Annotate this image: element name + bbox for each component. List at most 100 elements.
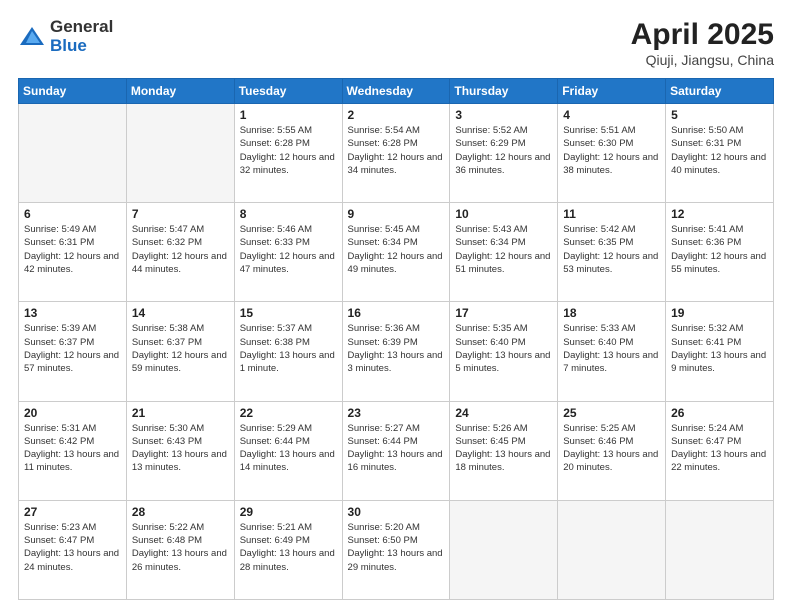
day-number: 10 [455,207,552,221]
day-info: Sunrise: 5:29 AM Sunset: 6:44 PM Dayligh… [240,422,337,475]
day-info: Sunrise: 5:22 AM Sunset: 6:48 PM Dayligh… [132,521,229,574]
day-info: Sunrise: 5:43 AM Sunset: 6:34 PM Dayligh… [455,223,552,276]
table-row: 15 Sunrise: 5:37 AM Sunset: 6:38 PM Dayli… [234,302,342,401]
col-wednesday: Wednesday [342,79,450,104]
day-info: Sunrise: 5:38 AM Sunset: 6:37 PM Dayligh… [132,322,229,375]
day-info: Sunrise: 5:54 AM Sunset: 6:28 PM Dayligh… [348,124,445,177]
day-info: Sunrise: 5:30 AM Sunset: 6:43 PM Dayligh… [132,422,229,475]
day-info: Sunrise: 5:31 AM Sunset: 6:42 PM Dayligh… [24,422,121,475]
day-number: 29 [240,505,337,519]
day-info: Sunrise: 5:36 AM Sunset: 6:39 PM Dayligh… [348,322,445,375]
table-row: 8 Sunrise: 5:46 AM Sunset: 6:33 PM Daylig… [234,203,342,302]
day-number: 13 [24,306,121,320]
table-row: 17 Sunrise: 5:35 AM Sunset: 6:40 PM Dayli… [450,302,558,401]
title-month: April 2025 [631,18,774,52]
table-row: 20 Sunrise: 5:31 AM Sunset: 6:42 PM Dayli… [19,401,127,500]
table-row [126,104,234,203]
table-row [19,104,127,203]
calendar-week-row: 1Sunrise: 5:55 AM Sunset: 6:28 PM Daylig… [19,104,774,203]
day-number: 7 [132,207,229,221]
table-row: 16 Sunrise: 5:36 AM Sunset: 6:39 PM Dayli… [342,302,450,401]
day-number: 20 [24,406,121,420]
day-info: Sunrise: 5:32 AM Sunset: 6:41 PM Dayligh… [671,322,768,375]
col-thursday: Thursday [450,79,558,104]
day-number: 1 [240,108,337,122]
col-saturday: Saturday [666,79,774,104]
day-info: Sunrise: 5:39 AM Sunset: 6:37 PM Dayligh… [24,322,121,375]
table-row: 28 Sunrise: 5:22 AM Sunset: 6:48 PM Dayli… [126,500,234,599]
table-row: 26Sunrise: 5:24 AM Sunset: 6:47 PM Dayli… [666,401,774,500]
calendar-header-row: Sunday Monday Tuesday Wednesday Thursday… [19,79,774,104]
title-location: Qiuji, Jiangsu, China [631,52,774,68]
calendar-table: Sunday Monday Tuesday Wednesday Thursday… [18,78,774,600]
day-info: Sunrise: 5:46 AM Sunset: 6:33 PM Dayligh… [240,223,337,276]
table-row: 30 Sunrise: 5:20 AM Sunset: 6:50 PM Dayli… [342,500,450,599]
day-number: 30 [348,505,445,519]
table-row: 23 Sunrise: 5:27 AM Sunset: 6:44 PM Dayli… [342,401,450,500]
day-info: Sunrise: 5:26 AM Sunset: 6:45 PM Dayligh… [455,422,552,475]
day-number: 9 [348,207,445,221]
day-info: Sunrise: 5:37 AM Sunset: 6:38 PM Dayligh… [240,322,337,375]
table-row: 13 Sunrise: 5:39 AM Sunset: 6:37 PM Dayli… [19,302,127,401]
table-row: 5 Sunrise: 5:50 AM Sunset: 6:31 PM Daylig… [666,104,774,203]
table-row: 7 Sunrise: 5:47 AM Sunset: 6:32 PM Daylig… [126,203,234,302]
day-number: 25 [563,406,660,420]
day-number: 19 [671,306,768,320]
day-number: 24 [455,406,552,420]
day-number: 12 [671,207,768,221]
table-row: 25 Sunrise: 5:25 AM Sunset: 6:46 PM Dayli… [558,401,666,500]
calendar-week-row: 20 Sunrise: 5:31 AM Sunset: 6:42 PM Dayli… [19,401,774,500]
day-info: Sunrise: 5:21 AM Sunset: 6:49 PM Dayligh… [240,521,337,574]
logo: General Blue [18,18,113,55]
col-friday: Friday [558,79,666,104]
day-info: Sunrise: 5:52 AM Sunset: 6:29 PM Dayligh… [455,124,552,177]
logo-icon [18,23,46,51]
day-info: Sunrise: 5:35 AM Sunset: 6:40 PM Dayligh… [455,322,552,375]
page: General Blue April 2025 Qiuji, Jiangsu, … [0,0,792,612]
calendar-week-row: 13 Sunrise: 5:39 AM Sunset: 6:37 PM Dayli… [19,302,774,401]
table-row: 9 Sunrise: 5:45 AM Sunset: 6:34 PM Daylig… [342,203,450,302]
table-row: 18Sunrise: 5:33 AM Sunset: 6:40 PM Dayli… [558,302,666,401]
col-monday: Monday [126,79,234,104]
day-number: 17 [455,306,552,320]
col-sunday: Sunday [19,79,127,104]
day-info: Sunrise: 5:51 AM Sunset: 6:30 PM Dayligh… [563,124,660,177]
logo-blue-text: Blue [50,37,113,56]
table-row: 2Sunrise: 5:54 AM Sunset: 6:28 PM Daylig… [342,104,450,203]
day-info: Sunrise: 5:41 AM Sunset: 6:36 PM Dayligh… [671,223,768,276]
day-number: 5 [671,108,768,122]
table-row: 11Sunrise: 5:42 AM Sunset: 6:35 PM Dayli… [558,203,666,302]
day-number: 27 [24,505,121,519]
table-row: 3 Sunrise: 5:52 AM Sunset: 6:29 PM Daylig… [450,104,558,203]
day-info: Sunrise: 5:25 AM Sunset: 6:46 PM Dayligh… [563,422,660,475]
day-number: 21 [132,406,229,420]
table-row: 19 Sunrise: 5:32 AM Sunset: 6:41 PM Dayli… [666,302,774,401]
day-info: Sunrise: 5:27 AM Sunset: 6:44 PM Dayligh… [348,422,445,475]
day-number: 28 [132,505,229,519]
day-info: Sunrise: 5:47 AM Sunset: 6:32 PM Dayligh… [132,223,229,276]
day-info: Sunrise: 5:45 AM Sunset: 6:34 PM Dayligh… [348,223,445,276]
table-row: 1Sunrise: 5:55 AM Sunset: 6:28 PM Daylig… [234,104,342,203]
day-number: 23 [348,406,445,420]
day-number: 6 [24,207,121,221]
day-info: Sunrise: 5:33 AM Sunset: 6:40 PM Dayligh… [563,322,660,375]
table-row: 12 Sunrise: 5:41 AM Sunset: 6:36 PM Dayli… [666,203,774,302]
day-info: Sunrise: 5:42 AM Sunset: 6:35 PM Dayligh… [563,223,660,276]
day-number: 3 [455,108,552,122]
col-tuesday: Tuesday [234,79,342,104]
day-number: 16 [348,306,445,320]
day-number: 15 [240,306,337,320]
table-row: 22 Sunrise: 5:29 AM Sunset: 6:44 PM Dayli… [234,401,342,500]
table-row [666,500,774,599]
day-info: Sunrise: 5:24 AM Sunset: 6:47 PM Dayligh… [671,422,768,475]
day-info: Sunrise: 5:50 AM Sunset: 6:31 PM Dayligh… [671,124,768,177]
day-number: 22 [240,406,337,420]
table-row: 6Sunrise: 5:49 AM Sunset: 6:31 PM Daylig… [19,203,127,302]
day-number: 8 [240,207,337,221]
calendar-week-row: 27Sunrise: 5:23 AM Sunset: 6:47 PM Dayli… [19,500,774,599]
table-row: 14Sunrise: 5:38 AM Sunset: 6:37 PM Dayli… [126,302,234,401]
table-row: 4Sunrise: 5:51 AM Sunset: 6:30 PM Daylig… [558,104,666,203]
table-row: 24 Sunrise: 5:26 AM Sunset: 6:45 PM Dayli… [450,401,558,500]
day-info: Sunrise: 5:20 AM Sunset: 6:50 PM Dayligh… [348,521,445,574]
table-row: 21 Sunrise: 5:30 AM Sunset: 6:43 PM Dayli… [126,401,234,500]
